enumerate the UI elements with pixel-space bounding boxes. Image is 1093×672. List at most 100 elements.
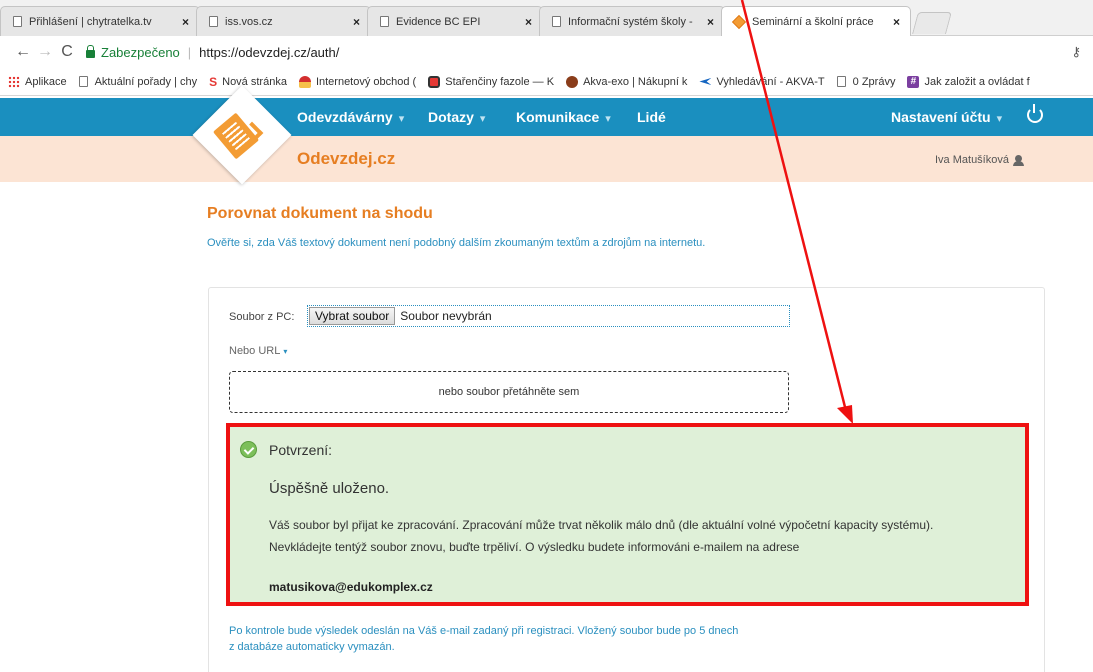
page-icon — [836, 76, 846, 87]
nav-label: Lidé — [637, 109, 666, 125]
nav-komunikace[interactable]: Komunikace ▾ — [516, 109, 611, 125]
success-email: matusikova@edukomplex.cz — [269, 580, 433, 594]
url-toggle-label: Nebo URL — [229, 345, 281, 357]
hat-icon — [298, 75, 311, 88]
s-icon: S — [209, 74, 218, 89]
bookmark-label: Stařenčiny fazole — K — [445, 75, 555, 88]
url-toggle[interactable]: Nebo URL ▾ — [229, 345, 287, 357]
choose-file-button[interactable]: Vybrat soubor — [309, 307, 396, 325]
bookmark-akva-exo[interactable]: Akva-exo | Nákupní k — [566, 75, 688, 88]
info-note-line: Po kontrole bude výsledek odeslán na Váš… — [229, 625, 739, 637]
key-icon[interactable]: ⚷ — [1071, 44, 1081, 60]
nav-nastaveni-uctu[interactable]: Nastavení účtu ▾ — [891, 109, 1002, 125]
bookmark-aplikace[interactable]: Aplikace — [8, 75, 67, 88]
tab-title: Evidence BC EPI — [396, 15, 481, 28]
nav-label: Dotazy — [428, 109, 474, 125]
close-icon[interactable]: × — [707, 15, 714, 29]
tab-iss-vos[interactable]: iss.vos.cz × — [196, 6, 371, 36]
search-icon — [699, 77, 712, 86]
nav-odevzdavarny[interactable]: Odevzdávárny ▾ — [297, 109, 404, 125]
close-icon[interactable]: × — [525, 15, 532, 29]
chevron-down-icon: ▾ — [996, 113, 1003, 125]
tab-informacni-system[interactable]: Informační systém školy - × — [539, 6, 725, 36]
bookmark-nova-stranka[interactable]: S Nová stránka — [209, 75, 287, 89]
success-message-line: Nevkládejte tentýž soubor znovu, buďte t… — [269, 540, 800, 554]
user-menu[interactable]: Iva Matušíková — [935, 154, 1024, 166]
close-icon[interactable]: × — [182, 15, 189, 29]
success-title: Úspěšně uloženo. — [269, 480, 390, 497]
page-icon — [13, 16, 22, 27]
success-heading: Potvrzení: — [269, 441, 333, 458]
page-icon — [552, 16, 561, 27]
file-input[interactable]: Vybrat soubor Soubor nevybrán — [307, 305, 790, 327]
page-icon — [209, 16, 218, 27]
page-subtitle: Ověřte si, zda Váš textový dokument není… — [207, 237, 706, 249]
check-circle-icon — [240, 441, 257, 458]
bookmark-label: Aplikace — [25, 75, 67, 88]
caret-down-icon: ▾ — [283, 347, 288, 356]
bookmark-label: Vyhledávání - AKVA-T — [716, 75, 825, 88]
site-favicon-icon — [731, 14, 747, 30]
page-title: Porovnat dokument na shodu — [207, 205, 433, 222]
user-name: Iva Matušíková — [935, 154, 1009, 166]
file-status: Soubor nevybrán — [400, 309, 492, 323]
nav-lide[interactable]: Lidé — [637, 109, 666, 125]
apps-icon — [8, 75, 20, 88]
nav-label: Odevzdávárny — [297, 109, 393, 125]
new-tab-button[interactable] — [912, 12, 952, 34]
power-icon[interactable] — [1027, 104, 1043, 123]
lock-icon — [86, 44, 95, 58]
bookmark-zpravy[interactable]: 0 Zprávy — [836, 75, 896, 88]
success-heading-row: Potvrzení: — [240, 441, 332, 458]
close-icon[interactable]: × — [893, 15, 900, 29]
bookmark-label: 0 Zprávy — [852, 75, 896, 88]
person-icon — [1012, 155, 1024, 166]
bookmark-internetovy-obchod[interactable]: Internetový obchod ( — [298, 75, 417, 88]
chevron-down-icon: ▾ — [479, 113, 486, 125]
bookmark-vyhledavani-akva[interactable]: Vyhledávání - AKVA-T — [699, 75, 825, 88]
tab-title: Přihlášení | chytratelka.tv — [29, 15, 152, 28]
tab-evidence-bc[interactable]: Evidence BC EPI × — [367, 6, 543, 36]
tab-seminarni-prace[interactable]: Seminární a školní práce × — [721, 6, 911, 37]
fish-icon — [566, 75, 579, 88]
bookmark-jak-zalozit[interactable]: # Jak založit a ovládat f — [907, 75, 1030, 88]
dropzone-label: nebo soubor přetáhněte sem — [438, 386, 580, 398]
secure-label: Zabezpečeno — [101, 44, 180, 60]
bookmark-label: Internetový obchod ( — [315, 75, 417, 88]
address-bar: ← → C Zabezpečeno | https://odevzdej.cz/… — [0, 36, 1093, 68]
nav-label: Komunikace — [516, 109, 600, 125]
brand-bar — [0, 136, 1093, 182]
page-icon — [78, 76, 88, 87]
tab-chytratelka[interactable]: Přihlášení | chytratelka.tv × — [0, 6, 200, 36]
info-note-line: z databáze automaticky vymazán. — [229, 641, 395, 653]
bookmark-label: Jak založit a ovládat f — [924, 75, 1030, 88]
forward-button[interactable]: → — [34, 43, 56, 61]
bookmark-starenciny-fazole[interactable]: Stařenčiny fazole — K — [428, 75, 555, 88]
bookmark-label: Aktuální pořady | chy — [94, 75, 198, 88]
url-field[interactable]: Zabezpečeno | https://odevzdej.cz/auth/ — [86, 44, 340, 60]
success-alert: Potvrzení: Úspěšně uloženo. Váš soubor b… — [226, 423, 1029, 606]
tab-title: Seminární a školní práce — [752, 16, 874, 28]
browser-tab-bar: Přihlášení | chytratelka.tv × iss.vos.cz… — [0, 0, 1093, 37]
brand-name[interactable]: Odevzdej.cz — [297, 149, 395, 169]
tab-title: iss.vos.cz — [225, 15, 273, 28]
tab-title: Informační systém školy - — [568, 15, 693, 28]
url-separator: | — [187, 44, 192, 60]
nav-dotazy[interactable]: Dotazy ▾ — [428, 109, 485, 125]
file-label: Soubor z PC: — [229, 311, 295, 323]
page-icon — [380, 16, 389, 27]
reload-button[interactable]: C — [56, 43, 78, 61]
bookmark-label: Nová stránka — [222, 75, 287, 88]
bookmark-label: Akva-exo | Nákupní k — [583, 75, 688, 88]
site-navbar: Odevzdávárny ▾ Dotazy ▾ Komunikace ▾ Lidé N… — [0, 98, 1093, 136]
bookmarks-bar: Aplikace Aktuální pořady | chy S Nová st… — [0, 68, 1093, 96]
close-icon[interactable]: × — [353, 15, 360, 29]
bean-icon — [428, 75, 441, 88]
chevron-down-icon: ▾ — [398, 113, 405, 125]
url-text: https://odevzdej.cz/auth/ — [199, 44, 340, 60]
file-dropzone[interactable]: nebo soubor přetáhněte sem — [229, 371, 789, 413]
bookmark-aktualni-porady[interactable]: Aktuální pořady | chy — [78, 75, 198, 88]
back-button[interactable]: ← — [12, 43, 34, 61]
success-message-line: Váš soubor byl přijat ke zpracování. Zpr… — [269, 518, 934, 532]
hash-icon: # — [907, 75, 920, 88]
